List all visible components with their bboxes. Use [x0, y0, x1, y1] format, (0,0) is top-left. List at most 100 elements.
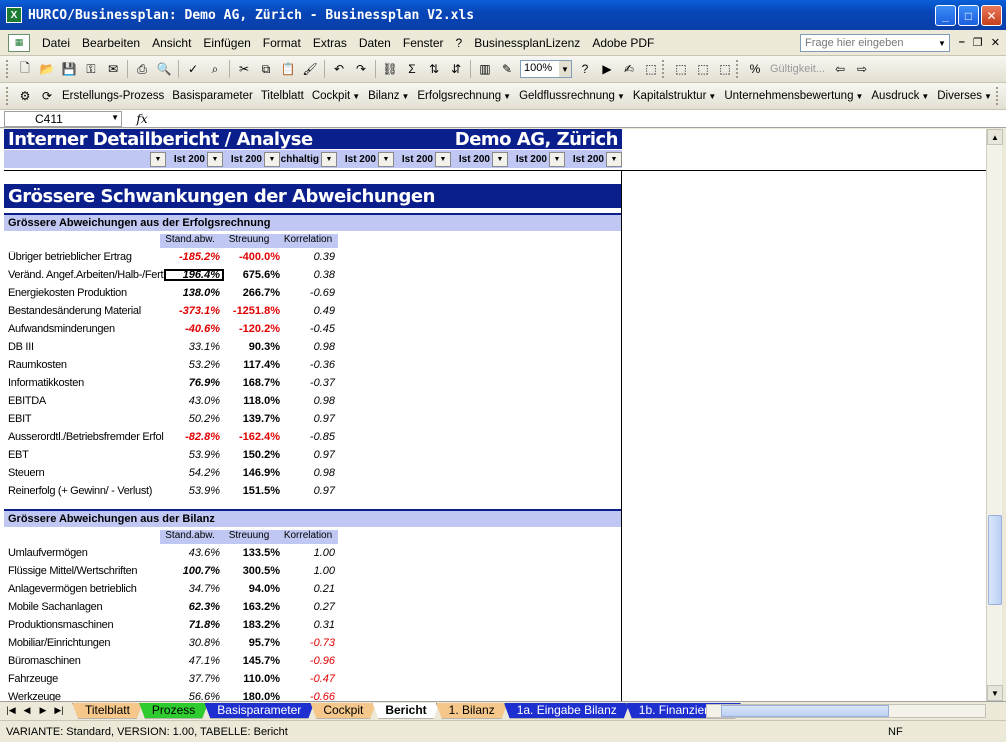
pdf-email-icon[interactable]: ⬚	[693, 59, 713, 79]
chevron-down-icon[interactable]: ▼	[559, 61, 571, 77]
scroll-up-icon[interactable]: ▲	[987, 129, 1003, 145]
arrow-right-icon[interactable]: ⇨	[852, 59, 872, 79]
filter-dropdown-button[interactable]: ▼	[207, 151, 223, 167]
drawing-icon[interactable]: ✎	[497, 59, 517, 79]
filter-dropdown-button[interactable]: ▼	[435, 151, 451, 167]
correlation-cell[interactable]: -0.47	[282, 673, 337, 685]
row-label[interactable]: Übriger betrieblicher Ertrag	[4, 251, 164, 263]
correlation-cell[interactable]: 0.31	[282, 619, 337, 631]
chevron-down-icon[interactable]: ▼	[111, 113, 119, 122]
std-dev-cell[interactable]: -373.1%	[164, 305, 224, 317]
nav-item-7[interactable]: Kapitalstruktur ▼	[629, 90, 720, 102]
dispersion-cell[interactable]: 117.4%	[224, 359, 282, 371]
dispersion-cell[interactable]: 163.2%	[224, 601, 282, 613]
print-preview-icon[interactable]: 🔍	[154, 59, 174, 79]
correlation-cell[interactable]: 0.39	[282, 251, 337, 263]
correlation-cell[interactable]: 0.97	[282, 449, 337, 461]
menu-item-10[interactable]: Adobe PDF	[586, 33, 660, 53]
paste-icon[interactable]: 📋	[278, 59, 298, 79]
validation-button[interactable]: Gültigkeit...	[766, 63, 829, 75]
cut-icon[interactable]: ✂	[234, 59, 254, 79]
correlation-cell[interactable]: -0.73	[282, 637, 337, 649]
filter-dropdown-button[interactable]: ▼	[549, 151, 565, 167]
zoom-select[interactable]: 100% ▼	[520, 60, 572, 78]
std-dev-cell[interactable]: -82.8%	[164, 431, 224, 443]
row-label[interactable]: Ausserordtl./Betriebsfremder Erfolg	[4, 431, 164, 443]
horizontal-scrollbar[interactable]	[706, 704, 986, 718]
settings-icon[interactable]: ⚙	[15, 86, 35, 106]
permission-icon[interactable]: ⚿	[81, 59, 101, 79]
play-icon[interactable]: ▶	[597, 59, 617, 79]
dispersion-cell[interactable]: 150.2%	[224, 449, 282, 461]
std-dev-cell[interactable]: -185.2%	[164, 251, 224, 263]
std-dev-cell[interactable]: 33.1%	[164, 341, 224, 353]
filter-dropdown-button[interactable]: ▼	[492, 151, 508, 167]
maximize-button[interactable]: □	[958, 5, 979, 26]
filter-dropdown-button[interactable]: ▼	[606, 151, 622, 167]
dispersion-cell[interactable]: -400.0%	[224, 251, 282, 263]
new-file-icon[interactable]: 🗋	[15, 59, 35, 79]
sort-asc-icon[interactable]: ⇅	[424, 59, 444, 79]
vertical-scrollbar[interactable]: ▲ ▼	[986, 129, 1003, 701]
menu-item-0[interactable]: Datei	[36, 33, 76, 53]
correlation-cell[interactable]: 0.21	[282, 583, 337, 595]
hscroll-thumb[interactable]	[721, 705, 889, 717]
chart-wizard-icon[interactable]: ▥	[475, 59, 495, 79]
nav-item-0[interactable]: Erstellungs-Prozess	[58, 90, 168, 102]
dispersion-cell[interactable]: -162.4%	[224, 431, 282, 443]
dispersion-cell[interactable]: 300.5%	[224, 565, 282, 577]
percent-icon[interactable]: %	[745, 59, 765, 79]
workbook-icon[interactable]: ▦	[8, 33, 30, 52]
dispersion-cell[interactable]: 90.3%	[224, 341, 282, 353]
menu-item-3[interactable]: Einfügen	[197, 33, 256, 53]
std-dev-cell[interactable]: 30.8%	[164, 637, 224, 649]
window-titlebar[interactable]: X HURCO/Businessplan: Demo AG, Zürich - …	[0, 0, 1006, 30]
toolbar-grip[interactable]	[995, 87, 1000, 105]
nav-item-5[interactable]: Erfolgsrechnung ▼	[413, 90, 515, 102]
row-label[interactable]: Büromaschinen	[4, 655, 164, 667]
autosum-icon[interactable]: Σ	[402, 59, 422, 79]
correlation-cell[interactable]: 1.00	[282, 565, 337, 577]
sheet-tab-3[interactable]: Cockpit	[310, 703, 376, 719]
dispersion-cell[interactable]: 675.6%	[224, 269, 282, 281]
arrow-left-icon[interactable]: ⇦	[830, 59, 850, 79]
dispersion-cell[interactable]: 110.0%	[224, 673, 282, 685]
research-icon[interactable]: ⌕	[205, 59, 225, 79]
toolbar-grip[interactable]	[662, 60, 666, 78]
correlation-cell[interactable]: 0.27	[282, 601, 337, 613]
correlation-cell[interactable]: 0.98	[282, 341, 337, 353]
first-sheet-icon[interactable]: |◀	[4, 705, 18, 716]
std-dev-cell[interactable]: 47.1%	[164, 655, 224, 667]
sheet-tab-4[interactable]: Bericht	[372, 703, 439, 719]
menu-item-5[interactable]: Extras	[307, 33, 353, 53]
row-label[interactable]: Werkzeuge	[4, 691, 164, 701]
doc-minimize-icon[interactable]: –	[959, 36, 965, 49]
correlation-cell[interactable]: -0.36	[282, 359, 337, 371]
scroll-thumb[interactable]	[988, 515, 1002, 605]
row-label[interactable]: Anlagevermögen betrieblich	[4, 583, 164, 595]
row-label[interactable]: EBT	[4, 449, 164, 461]
row-label[interactable]: Umlaufvermögen	[4, 547, 164, 559]
doc-restore-icon[interactable]: ❐	[973, 36, 983, 49]
row-label[interactable]: Reinerfolg (+ Gewinn/ - Verlust)	[4, 485, 164, 497]
nav-item-2[interactable]: Titelblatt	[257, 90, 308, 102]
open-folder-icon[interactable]: 📂	[37, 59, 57, 79]
std-dev-cell[interactable]: 54.2%	[164, 467, 224, 479]
std-dev-cell[interactable]: 53.2%	[164, 359, 224, 371]
row-label[interactable]: Mobile Sachanlagen	[4, 601, 164, 613]
row-label[interactable]: Energiekosten Produktion	[4, 287, 164, 299]
pdf-convert-icon[interactable]: ⬚	[671, 59, 691, 79]
name-box[interactable]: C411 ▼	[4, 110, 122, 127]
format-painter-icon[interactable]: 🖌	[300, 59, 320, 79]
row-label[interactable]: Fahrzeuge	[4, 673, 164, 685]
nav-item-4[interactable]: Bilanz ▼	[364, 90, 413, 102]
std-dev-cell[interactable]: 196.4%	[164, 269, 224, 281]
dispersion-cell[interactable]: 180.0%	[224, 691, 282, 701]
help-search-input[interactable]: Frage hier eingeben ▼	[800, 34, 950, 52]
chevron-down-icon[interactable]: ▼	[935, 35, 949, 51]
dispersion-cell[interactable]: 146.9%	[224, 467, 282, 479]
row-label[interactable]: Steuern	[4, 467, 164, 479]
row-label[interactable]: Aufwandsminderungen	[4, 323, 164, 335]
menu-item-7[interactable]: Fenster	[397, 33, 450, 53]
std-dev-cell[interactable]: 56.6%	[164, 691, 224, 701]
